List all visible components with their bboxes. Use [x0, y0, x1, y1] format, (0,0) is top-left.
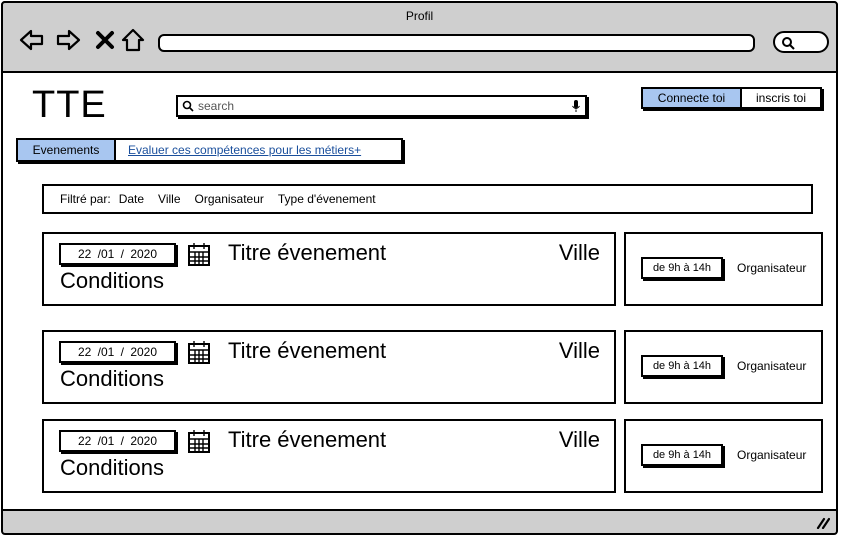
browser-titlebar: Profil — [1, 1, 838, 73]
filter-organisateur[interactable]: Organisateur — [195, 192, 264, 206]
resize-grip-icon[interactable] — [816, 517, 830, 529]
search-icon — [182, 100, 194, 112]
event-date[interactable]: 22 /01 / 2020 — [59, 430, 176, 452]
back-arrow-icon[interactable] — [19, 27, 45, 53]
tab-evenements[interactable]: Evenements — [18, 140, 116, 160]
browser-statusbar — [1, 509, 838, 535]
tab-bar: Evenements Evaluer ces compétences pour … — [16, 138, 403, 162]
microphone-icon[interactable] — [572, 100, 580, 112]
magnifier-icon — [782, 37, 795, 50]
address-bar[interactable] — [158, 34, 755, 52]
close-x-icon[interactable] — [92, 27, 118, 53]
tab-evaluer-competences[interactable]: Evaluer ces compétences pour les métiers… — [116, 140, 361, 160]
event-date[interactable]: 22 /01 / 2020 — [59, 341, 176, 363]
search-input[interactable] — [198, 98, 558, 114]
home-icon[interactable] — [120, 27, 146, 53]
forward-arrow-icon[interactable] — [55, 27, 81, 53]
login-button[interactable]: Connecte toi — [643, 89, 742, 107]
event-conditions: Conditions — [60, 455, 164, 480]
filter-bar: Filtré par: Date Ville Organisateur Type… — [42, 184, 813, 214]
event-conditions: Conditions — [60, 366, 164, 391]
event-organizer[interactable]: Organisateur — [737, 359, 806, 373]
site-search[interactable] — [176, 95, 587, 117]
event-organizer[interactable]: Organisateur — [737, 261, 806, 275]
event-city: Ville — [558, 338, 600, 363]
filter-label: Filtré par: — [60, 192, 111, 206]
event-title[interactable]: Titre évenement — [228, 240, 386, 266]
event-hours: de 9h à 14h — [641, 444, 723, 466]
event-card[interactable]: 22 /01 / 2020 Titre évenement Ville Cond… — [42, 419, 616, 493]
filter-date[interactable]: Date — [119, 192, 144, 206]
window-title: Profil — [405, 9, 434, 23]
event-details: de 9h à 14h Organisateur — [624, 419, 823, 493]
event-details: de 9h à 14h Organisateur — [624, 330, 823, 404]
event-organizer[interactable]: Organisateur — [737, 448, 806, 462]
event-details: de 9h à 14h Organisateur — [624, 232, 823, 306]
browser-search-button[interactable] — [773, 31, 829, 53]
event-card[interactable]: 22 /01 / 2020 Titre évenement Ville Cond… — [42, 232, 616, 306]
signup-button[interactable]: inscris toi — [742, 89, 820, 107]
event-city: Ville — [558, 427, 600, 452]
event-city: Ville — [558, 240, 600, 265]
site-logo[interactable]: TTE — [32, 84, 107, 127]
event-title[interactable]: Titre évenement — [228, 427, 386, 453]
filter-type[interactable]: Type d'évenement — [278, 192, 376, 206]
event-date[interactable]: 22 /01 / 2020 — [59, 243, 176, 265]
calendar-icon[interactable] — [188, 242, 210, 266]
auth-buttons: Connecte toi inscris toi — [641, 87, 822, 109]
event-hours: de 9h à 14h — [641, 355, 723, 377]
event-conditions: Conditions — [60, 268, 164, 293]
calendar-icon[interactable] — [188, 429, 210, 453]
filter-ville[interactable]: Ville — [158, 192, 180, 206]
calendar-icon[interactable] — [188, 340, 210, 364]
event-title[interactable]: Titre évenement — [228, 338, 386, 364]
event-hours: de 9h à 14h — [641, 257, 723, 279]
event-card[interactable]: 22 /01 / 2020 Titre évenement Ville Cond… — [42, 330, 616, 404]
